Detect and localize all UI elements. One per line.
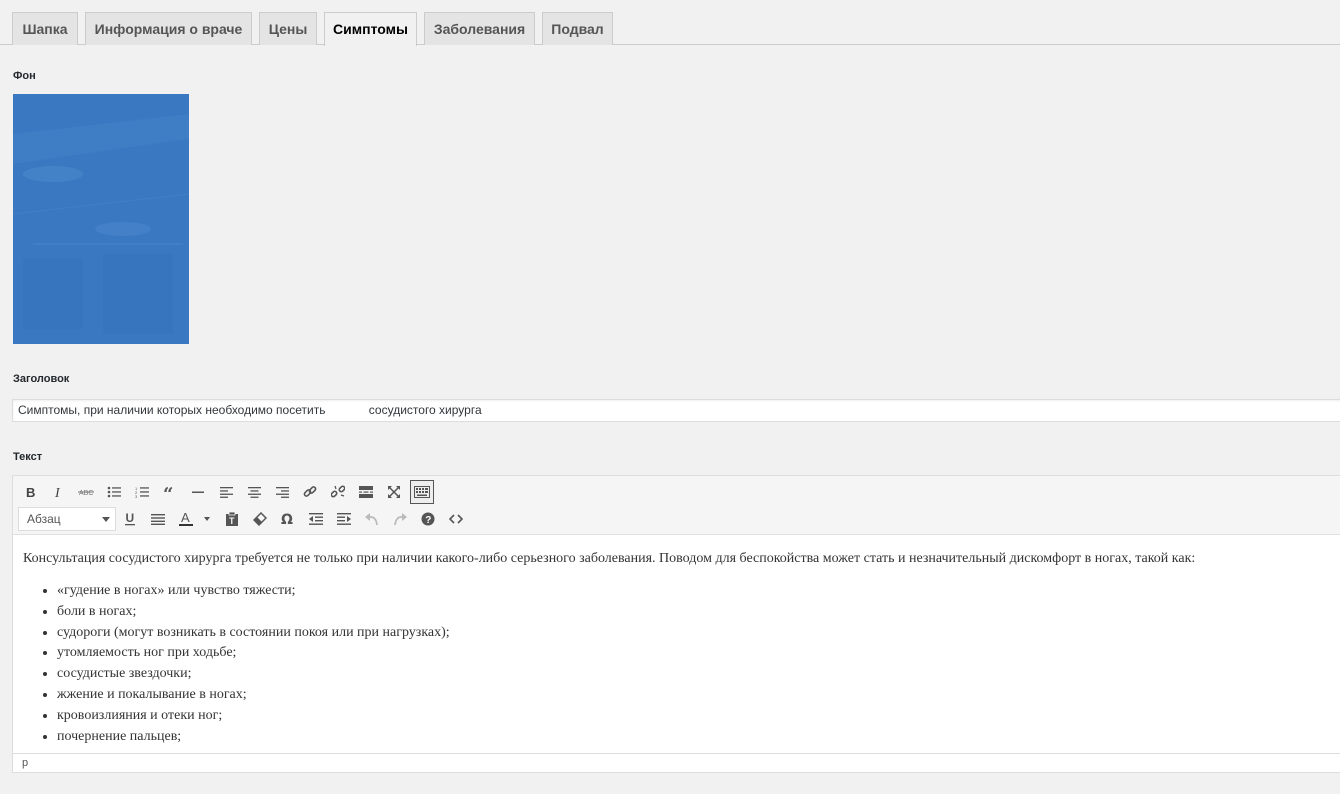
- format-select-value: Абзац: [27, 512, 61, 526]
- paste-text-icon[interactable]: T: [220, 507, 244, 531]
- svg-text:I: I: [54, 486, 61, 498]
- svg-text:Ω: Ω: [281, 512, 293, 526]
- symptoms-list: «гудение в ногах» или чувство тяжести; б…: [23, 581, 1340, 747]
- list-item: кровоизлияния и отеки ног;: [57, 706, 1340, 727]
- tab-prices[interactable]: Цены: [259, 12, 317, 45]
- strikethrough-icon[interactable]: ABC: [74, 480, 98, 504]
- chevron-down-icon: [102, 517, 110, 522]
- link-icon[interactable]: [298, 480, 322, 504]
- tab-symptoms[interactable]: Симптомы: [324, 12, 417, 46]
- svg-text:A: A: [181, 511, 190, 525]
- list-item: боли в ногах;: [57, 602, 1340, 623]
- svg-text:U: U: [126, 512, 135, 525]
- toolbar-toggle-icon[interactable]: [410, 480, 434, 504]
- tab-bar: Шапка Информация о враче Цены Симптомы З…: [0, 0, 1340, 46]
- special-character-icon[interactable]: Ω: [276, 507, 300, 531]
- format-select[interactable]: Абзац: [18, 507, 116, 531]
- background-image[interactable]: [13, 94, 189, 344]
- align-left-icon[interactable]: [214, 480, 238, 504]
- clear-formatting-icon[interactable]: [248, 507, 272, 531]
- code-icon[interactable]: [444, 507, 468, 531]
- list-item: «гудение в ногах» или чувство тяжести;: [57, 581, 1340, 602]
- align-center-icon[interactable]: [242, 480, 266, 504]
- svg-text:B: B: [26, 486, 35, 498]
- redo-icon[interactable]: [388, 507, 412, 531]
- text-label: Текст: [13, 451, 43, 463]
- svg-text:T: T: [229, 516, 235, 526]
- help-icon[interactable]: ?: [416, 507, 440, 531]
- list-item: сосудистые звездочки;: [57, 664, 1340, 685]
- bullet-list-icon[interactable]: [102, 480, 126, 504]
- underline-icon[interactable]: U: [118, 507, 142, 531]
- text-color-icon[interactable]: A: [175, 507, 213, 531]
- editor-content[interactable]: Консультация сосудистого хирурга требует…: [13, 535, 1340, 754]
- italic-icon[interactable]: I: [46, 480, 70, 504]
- list-item: жжение и покалывание в ногах;: [57, 685, 1340, 706]
- tab-footer[interactable]: Подвал: [542, 12, 613, 45]
- read-more-icon[interactable]: [354, 480, 378, 504]
- content-paragraph: Консультация сосудистого хирурга требует…: [23, 551, 1196, 566]
- title-label: Заголовок: [13, 373, 70, 385]
- bold-icon[interactable]: B: [18, 480, 42, 504]
- fullscreen-icon[interactable]: [382, 480, 406, 504]
- undo-icon[interactable]: [360, 507, 384, 531]
- indent-icon[interactable]: [332, 507, 356, 531]
- background-label: Фон: [13, 70, 36, 82]
- numbered-list-icon[interactable]: 123: [130, 480, 154, 504]
- svg-text:3: 3: [135, 494, 138, 498]
- svg-text:ABC: ABC: [79, 490, 93, 497]
- editor-toolbar: B I ABC 123 “ Абзац U A T Ω ?: [13, 476, 1340, 535]
- list-item: утомляемость ног при ходьбе;: [57, 643, 1340, 664]
- unlink-icon[interactable]: [326, 480, 350, 504]
- title-input[interactable]: Симптомы, при наличии которых необходимо…: [12, 399, 1340, 422]
- outdent-icon[interactable]: [304, 507, 328, 531]
- align-right-icon[interactable]: [270, 480, 294, 504]
- rich-text-editor: B I ABC 123 “ Абзац U A T Ω ? Консультац…: [12, 475, 1340, 773]
- svg-text:?: ?: [425, 515, 431, 526]
- horizontal-rule-icon[interactable]: [186, 480, 210, 504]
- justify-icon[interactable]: [146, 507, 170, 531]
- tab-header[interactable]: Шапка: [12, 12, 78, 45]
- list-item: почернение пальцев;: [57, 727, 1340, 748]
- blockquote-icon[interactable]: “: [158, 480, 182, 504]
- tab-doctor-info[interactable]: Информация о враче: [85, 12, 252, 45]
- list-item: судороги (могут возникать в состоянии по…: [57, 623, 1340, 644]
- editor-statusbar: p: [13, 753, 1340, 772]
- element-path[interactable]: p: [22, 757, 28, 769]
- svg-text:“: “: [163, 486, 173, 498]
- tab-diseases[interactable]: Заболевания: [424, 12, 535, 45]
